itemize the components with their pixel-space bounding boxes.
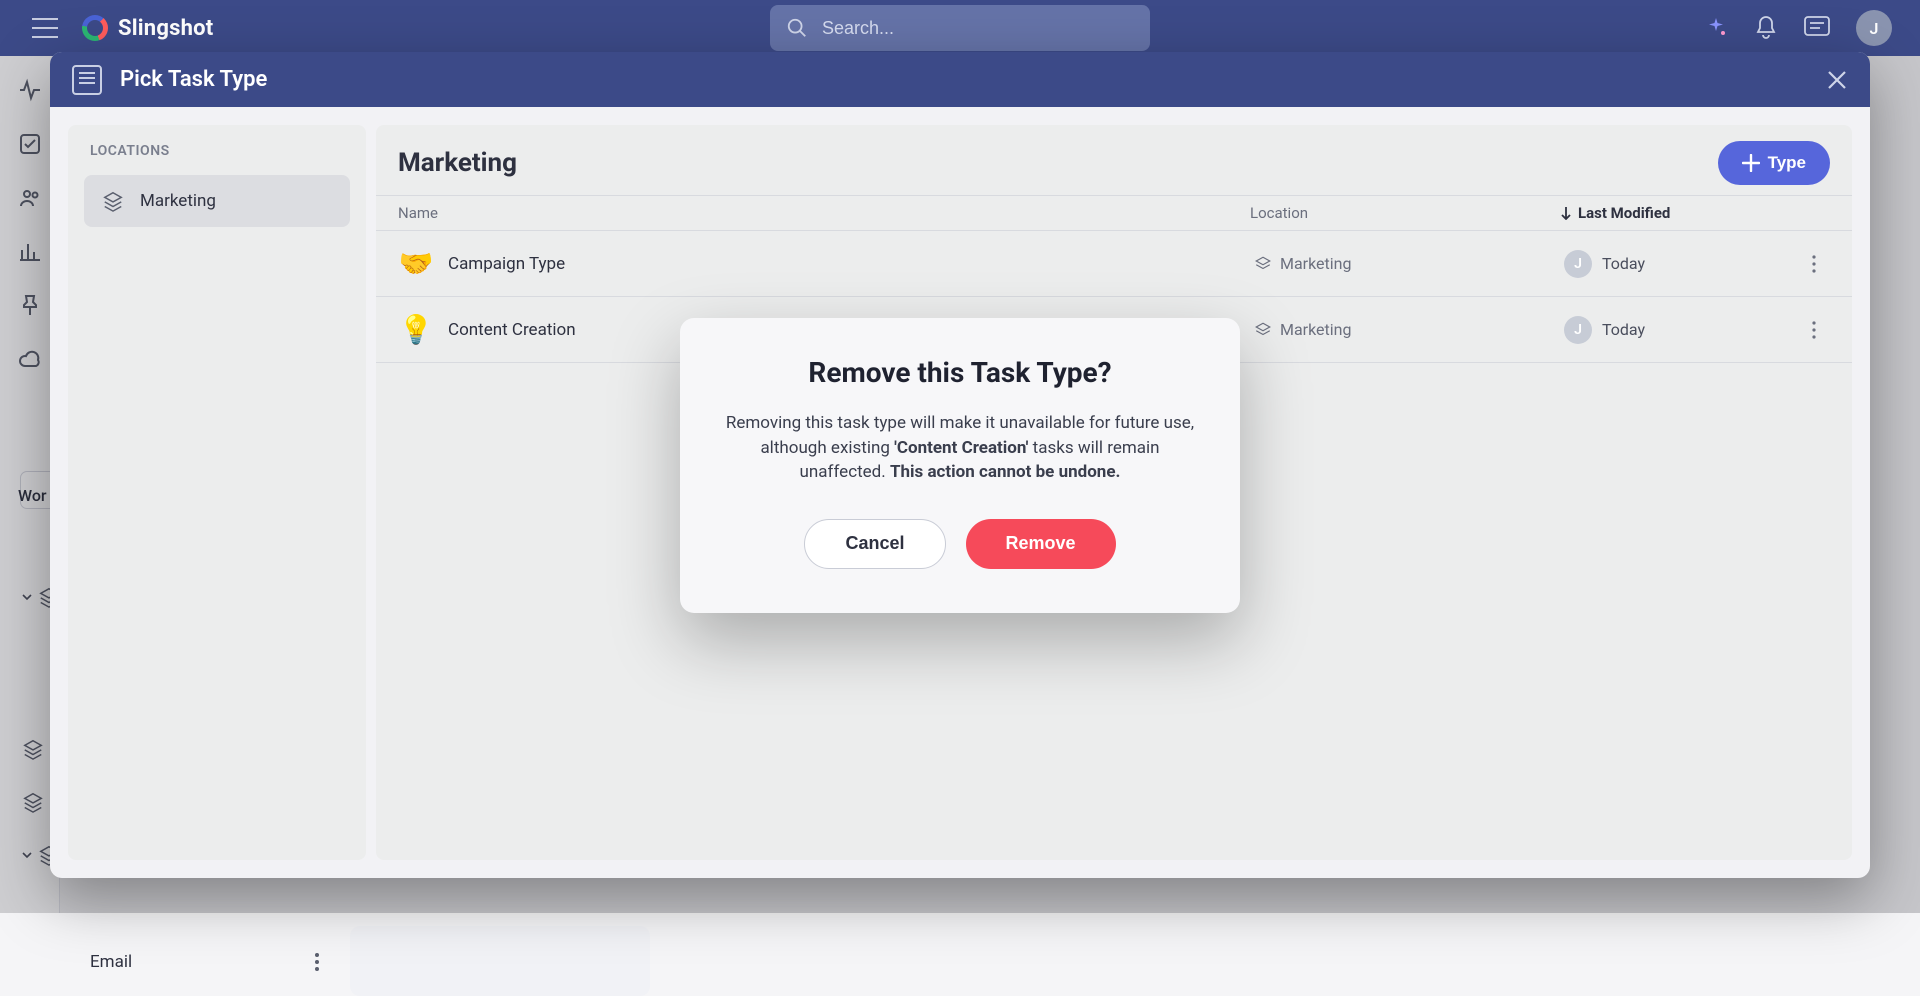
- confirm-text-bold: This action cannot be undone.: [890, 462, 1120, 482]
- confirm-text-name: 'Content Creation': [894, 438, 1028, 458]
- bg-card: [350, 926, 650, 996]
- confirm-dialog: Remove this Task Type? Removing this tas…: [680, 318, 1240, 613]
- email-label: Email: [90, 952, 132, 972]
- confirm-scrim: Remove this Task Type? Removing this tas…: [0, 0, 1920, 913]
- cancel-button[interactable]: Cancel: [804, 519, 945, 569]
- confirm-title: Remove this Task Type?: [724, 356, 1196, 389]
- email-row[interactable]: Email: [0, 936, 340, 988]
- kebab-icon[interactable]: [314, 952, 320, 972]
- confirm-text: Removing this task type will make it una…: [724, 411, 1196, 485]
- confirm-actions: Cancel Remove: [724, 519, 1196, 569]
- remove-button[interactable]: Remove: [966, 519, 1116, 569]
